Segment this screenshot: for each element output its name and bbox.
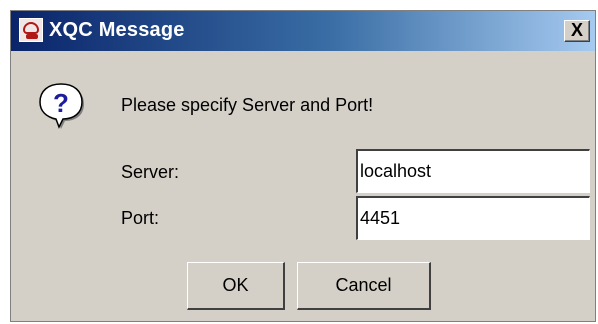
xqc-message-dialog: XQC Message X ? Please specify Server an… bbox=[10, 10, 596, 322]
question-icon: ? bbox=[37, 81, 85, 129]
title-bar[interactable]: XQC Message X bbox=[11, 11, 595, 51]
window-title: XQC Message bbox=[49, 19, 185, 41]
xqc-app-icon bbox=[19, 18, 43, 42]
ok-button[interactable]: OK bbox=[187, 262, 285, 310]
cancel-button[interactable]: Cancel bbox=[297, 262, 431, 310]
port-label: Port: bbox=[121, 208, 160, 228]
server-label: Server: bbox=[121, 162, 180, 182]
message-text: Please specify Server and Port! bbox=[121, 95, 374, 115]
svg-text:?: ? bbox=[53, 88, 69, 118]
close-button[interactable]: X bbox=[564, 20, 590, 42]
port-input[interactable] bbox=[356, 196, 590, 240]
server-input[interactable] bbox=[356, 149, 590, 193]
